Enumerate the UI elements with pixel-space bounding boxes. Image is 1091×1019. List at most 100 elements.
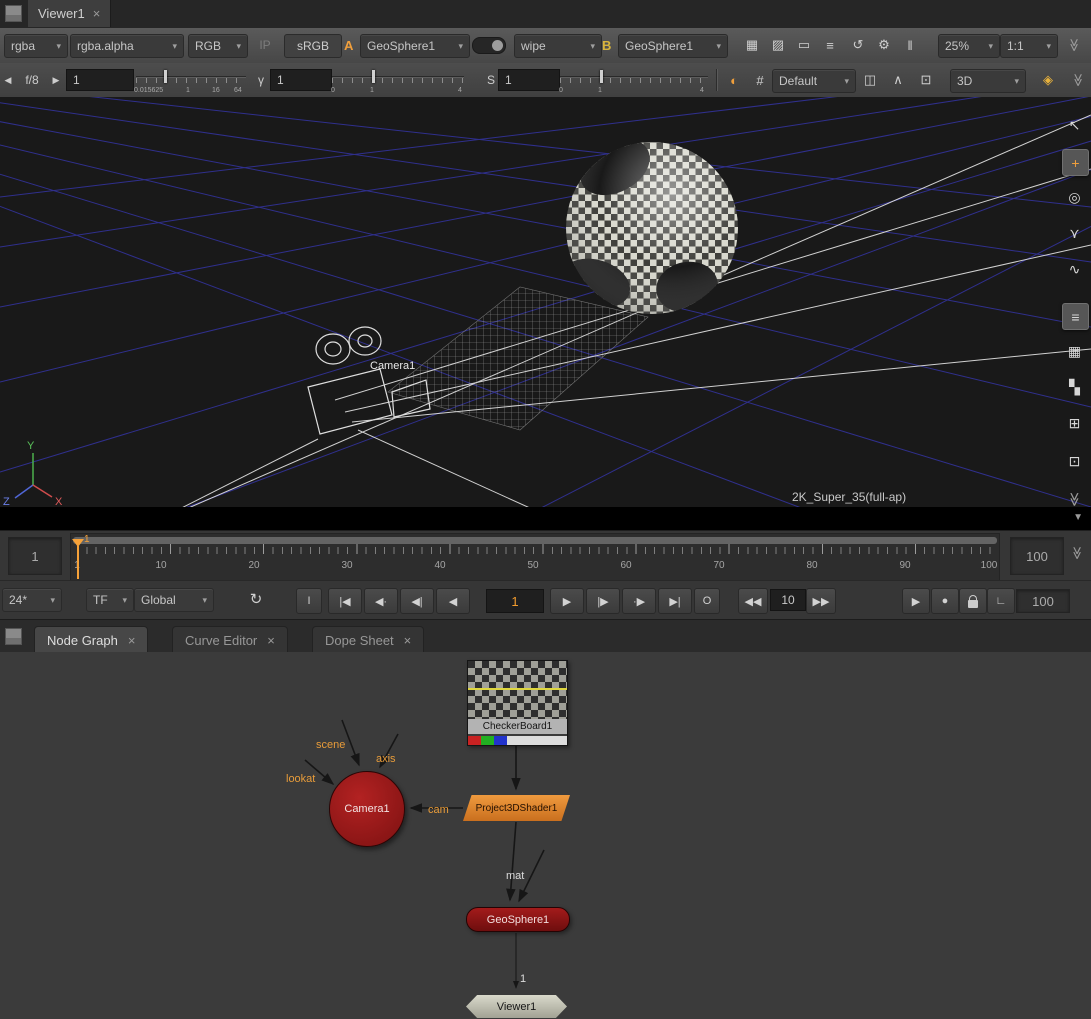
tab-curve-editor[interactable]: Curve Editor × xyxy=(172,626,288,654)
playhead[interactable] xyxy=(77,546,79,579)
jump-back-button[interactable]: ◀◀ xyxy=(738,588,768,614)
node-checkerboard1[interactable]: CheckerBoard1 xyxy=(467,660,568,746)
roi-marquee-icon[interactable]: ⊡ xyxy=(914,69,938,91)
saturation-slider[interactable] xyxy=(560,67,708,87)
zoom-dropdown[interactable]: 25% ▾ xyxy=(938,34,1000,58)
3d-lighting-icon[interactable]: ◐ xyxy=(722,69,746,91)
out-point-button[interactable]: O xyxy=(694,588,720,614)
tab-node-graph[interactable]: Node Graph × xyxy=(34,626,148,654)
jump-forward-button[interactable]: ▶▶ xyxy=(806,588,836,614)
step-forward-button[interactable]: |▶ xyxy=(586,588,620,614)
node-project3dshader1[interactable]: Project3DShader1 xyxy=(463,795,570,821)
next-keyframe-button[interactable]: ·▶ xyxy=(622,588,656,614)
layer-dropdown[interactable]: rgba.alpha ▾ xyxy=(70,34,184,58)
viewport-tool-column: ↖ + ◎ ⋎ ∿ ≡ ▦ ▚ ⊞ ⊡ ≫ xyxy=(1060,97,1090,508)
grid-hash-icon[interactable]: # xyxy=(748,69,772,91)
tab-dope-sheet[interactable]: Dope Sheet × xyxy=(312,626,424,654)
slider-handle[interactable] xyxy=(600,70,603,83)
node-camera1[interactable]: Camera1 xyxy=(329,771,405,847)
view-mode-dropdown[interactable]: 3D ▾ xyxy=(950,69,1026,93)
flipbook-button[interactable]: ▶ xyxy=(902,588,930,614)
loop-mode-icon[interactable]: ↻ xyxy=(244,588,268,610)
fps-dropdown[interactable]: 24* ▾ xyxy=(2,588,62,612)
gain-input[interactable]: 1 xyxy=(66,69,134,91)
node-viewer1[interactable]: Viewer1 xyxy=(466,995,567,1018)
frame-ruler[interactable]: 1 10 20 30 40 50 60 70 80 90 100 1 xyxy=(70,533,1000,581)
ip-toggle[interactable]: IP xyxy=(252,34,278,56)
goto-start-button[interactable]: |◀ xyxy=(328,588,362,614)
curve-corner-button[interactable]: ∟ xyxy=(987,588,1015,614)
color-sampler-icon[interactable]: ◈ xyxy=(1036,69,1060,91)
translate-tool-icon[interactable]: + xyxy=(1062,149,1089,176)
wipe-mode-dropdown[interactable]: wipe ▾ xyxy=(514,34,602,58)
scene-graph-icon[interactable]: ⋎ xyxy=(1062,221,1087,246)
viewport-3d[interactable]: Camera1 Y Z X 2K_Super_35(full-ap) xyxy=(0,97,1091,508)
range-end-field[interactable]: 100 xyxy=(1016,589,1070,613)
current-frame-field[interactable]: 1 xyxy=(486,589,544,613)
node-geosphere1[interactable]: GeoSphere1 xyxy=(466,907,570,932)
viewer-settings-icon[interactable]: ≡ xyxy=(1062,303,1089,330)
proxy-dropdown[interactable]: 1:1 ▾ xyxy=(1000,34,1058,58)
saturation-input[interactable]: 1 xyxy=(498,69,560,91)
close-icon[interactable]: × xyxy=(267,633,275,648)
triangle-down-icon[interactable]: ▼ xyxy=(1073,512,1083,523)
lock-range-button[interactable] xyxy=(959,588,987,614)
record-button[interactable]: ● xyxy=(931,588,959,614)
monitor-out-icon[interactable]: ▭ xyxy=(792,34,816,56)
channel-color-strip xyxy=(468,736,567,745)
input-b-dropdown[interactable]: GeoSphere1 ▾ xyxy=(618,34,728,58)
scanline-icon[interactable]: ≡ xyxy=(818,34,842,56)
close-icon[interactable]: × xyxy=(404,633,412,648)
ab-blend-toggle[interactable] xyxy=(472,37,506,54)
gamma-curve-icon[interactable]: ∧ xyxy=(886,69,910,91)
curve-tool-icon[interactable]: ∿ xyxy=(1062,257,1087,282)
frame-selected-icon[interactable]: ⊡ xyxy=(1062,449,1087,474)
collapse-chevrons-icon[interactable]: ≫ xyxy=(1063,33,1085,57)
tab-viewer1[interactable]: Viewer1 × xyxy=(28,0,111,27)
tf-dropdown[interactable]: TF ▾ xyxy=(86,588,134,612)
gamma-slider[interactable] xyxy=(332,67,464,87)
play-button[interactable]: ▶ xyxy=(550,588,584,614)
play-backward-button[interactable]: ◀ xyxy=(436,588,470,614)
contact-sheet-icon[interactable]: ▦ xyxy=(1062,339,1087,364)
panel-grip-icon[interactable] xyxy=(5,628,22,645)
frame-all-icon[interactable]: ⊞ xyxy=(1062,411,1087,436)
node-graph-canvas[interactable]: scene axis lookat cam mat 1 CheckerBoard… xyxy=(0,652,1091,1019)
input-a-dropdown[interactable]: GeoSphere1 ▾ xyxy=(360,34,470,58)
step-back-button[interactable]: ◀| xyxy=(400,588,434,614)
view-transform-dropdown[interactable]: Default ▾ xyxy=(772,69,856,93)
settings-gear-icon[interactable]: ⚙ xyxy=(872,34,896,56)
timeline-end-frame[interactable]: 100 xyxy=(1010,537,1064,575)
slider-handle[interactable] xyxy=(372,70,375,83)
pause-render-icon[interactable]: ‖ xyxy=(898,34,922,56)
prev-keyframe-button[interactable]: ◀· xyxy=(364,588,398,614)
collapse-chevrons-icon[interactable]: ≫ xyxy=(1067,68,1089,92)
aperture-next-icon[interactable]: ▶ xyxy=(50,69,62,91)
aperture-value[interactable]: f/8 xyxy=(16,69,48,91)
refresh-icon[interactable]: ↺ xyxy=(846,34,870,56)
checkerboard-bg-icon[interactable]: ▦ xyxy=(740,34,764,56)
checker-layout-icon[interactable]: ▚ xyxy=(1062,375,1087,400)
gamma-input[interactable]: 1 xyxy=(270,69,332,91)
panel-grip-icon[interactable] xyxy=(5,5,22,22)
frame-increment-field[interactable]: 10 xyxy=(770,589,806,611)
selection-cursor-icon[interactable]: ↖ xyxy=(1062,113,1087,138)
slider-handle[interactable] xyxy=(164,70,167,83)
gain-slider[interactable] xyxy=(136,67,246,87)
in-point-button[interactable]: I xyxy=(296,588,322,614)
colorspace-button[interactable]: sRGB xyxy=(284,34,342,58)
display-channels-dropdown[interactable]: RGB ▾ xyxy=(188,34,248,58)
stereo-views-icon[interactable]: ◫ xyxy=(858,69,882,91)
channels-dropdown[interactable]: rgba ▾ xyxy=(4,34,68,58)
timeline-scrollbar[interactable] xyxy=(73,537,997,544)
timeline-start-frame[interactable]: 1 xyxy=(8,537,62,575)
close-icon[interactable]: × xyxy=(93,6,101,21)
close-icon[interactable]: × xyxy=(128,633,136,648)
rotate-tool-icon[interactable]: ◎ xyxy=(1062,185,1087,210)
frame-range-dropdown[interactable]: Global ▾ xyxy=(134,588,214,612)
collapse-chevrons-icon[interactable]: ≫ xyxy=(1069,546,1085,560)
goto-end-button[interactable]: ▶| xyxy=(658,588,692,614)
aperture-prev-icon[interactable]: ◀ xyxy=(2,69,14,91)
playhead-handle[interactable] xyxy=(72,539,84,547)
overlay-stripes-icon[interactable]: ▨ xyxy=(766,34,790,56)
